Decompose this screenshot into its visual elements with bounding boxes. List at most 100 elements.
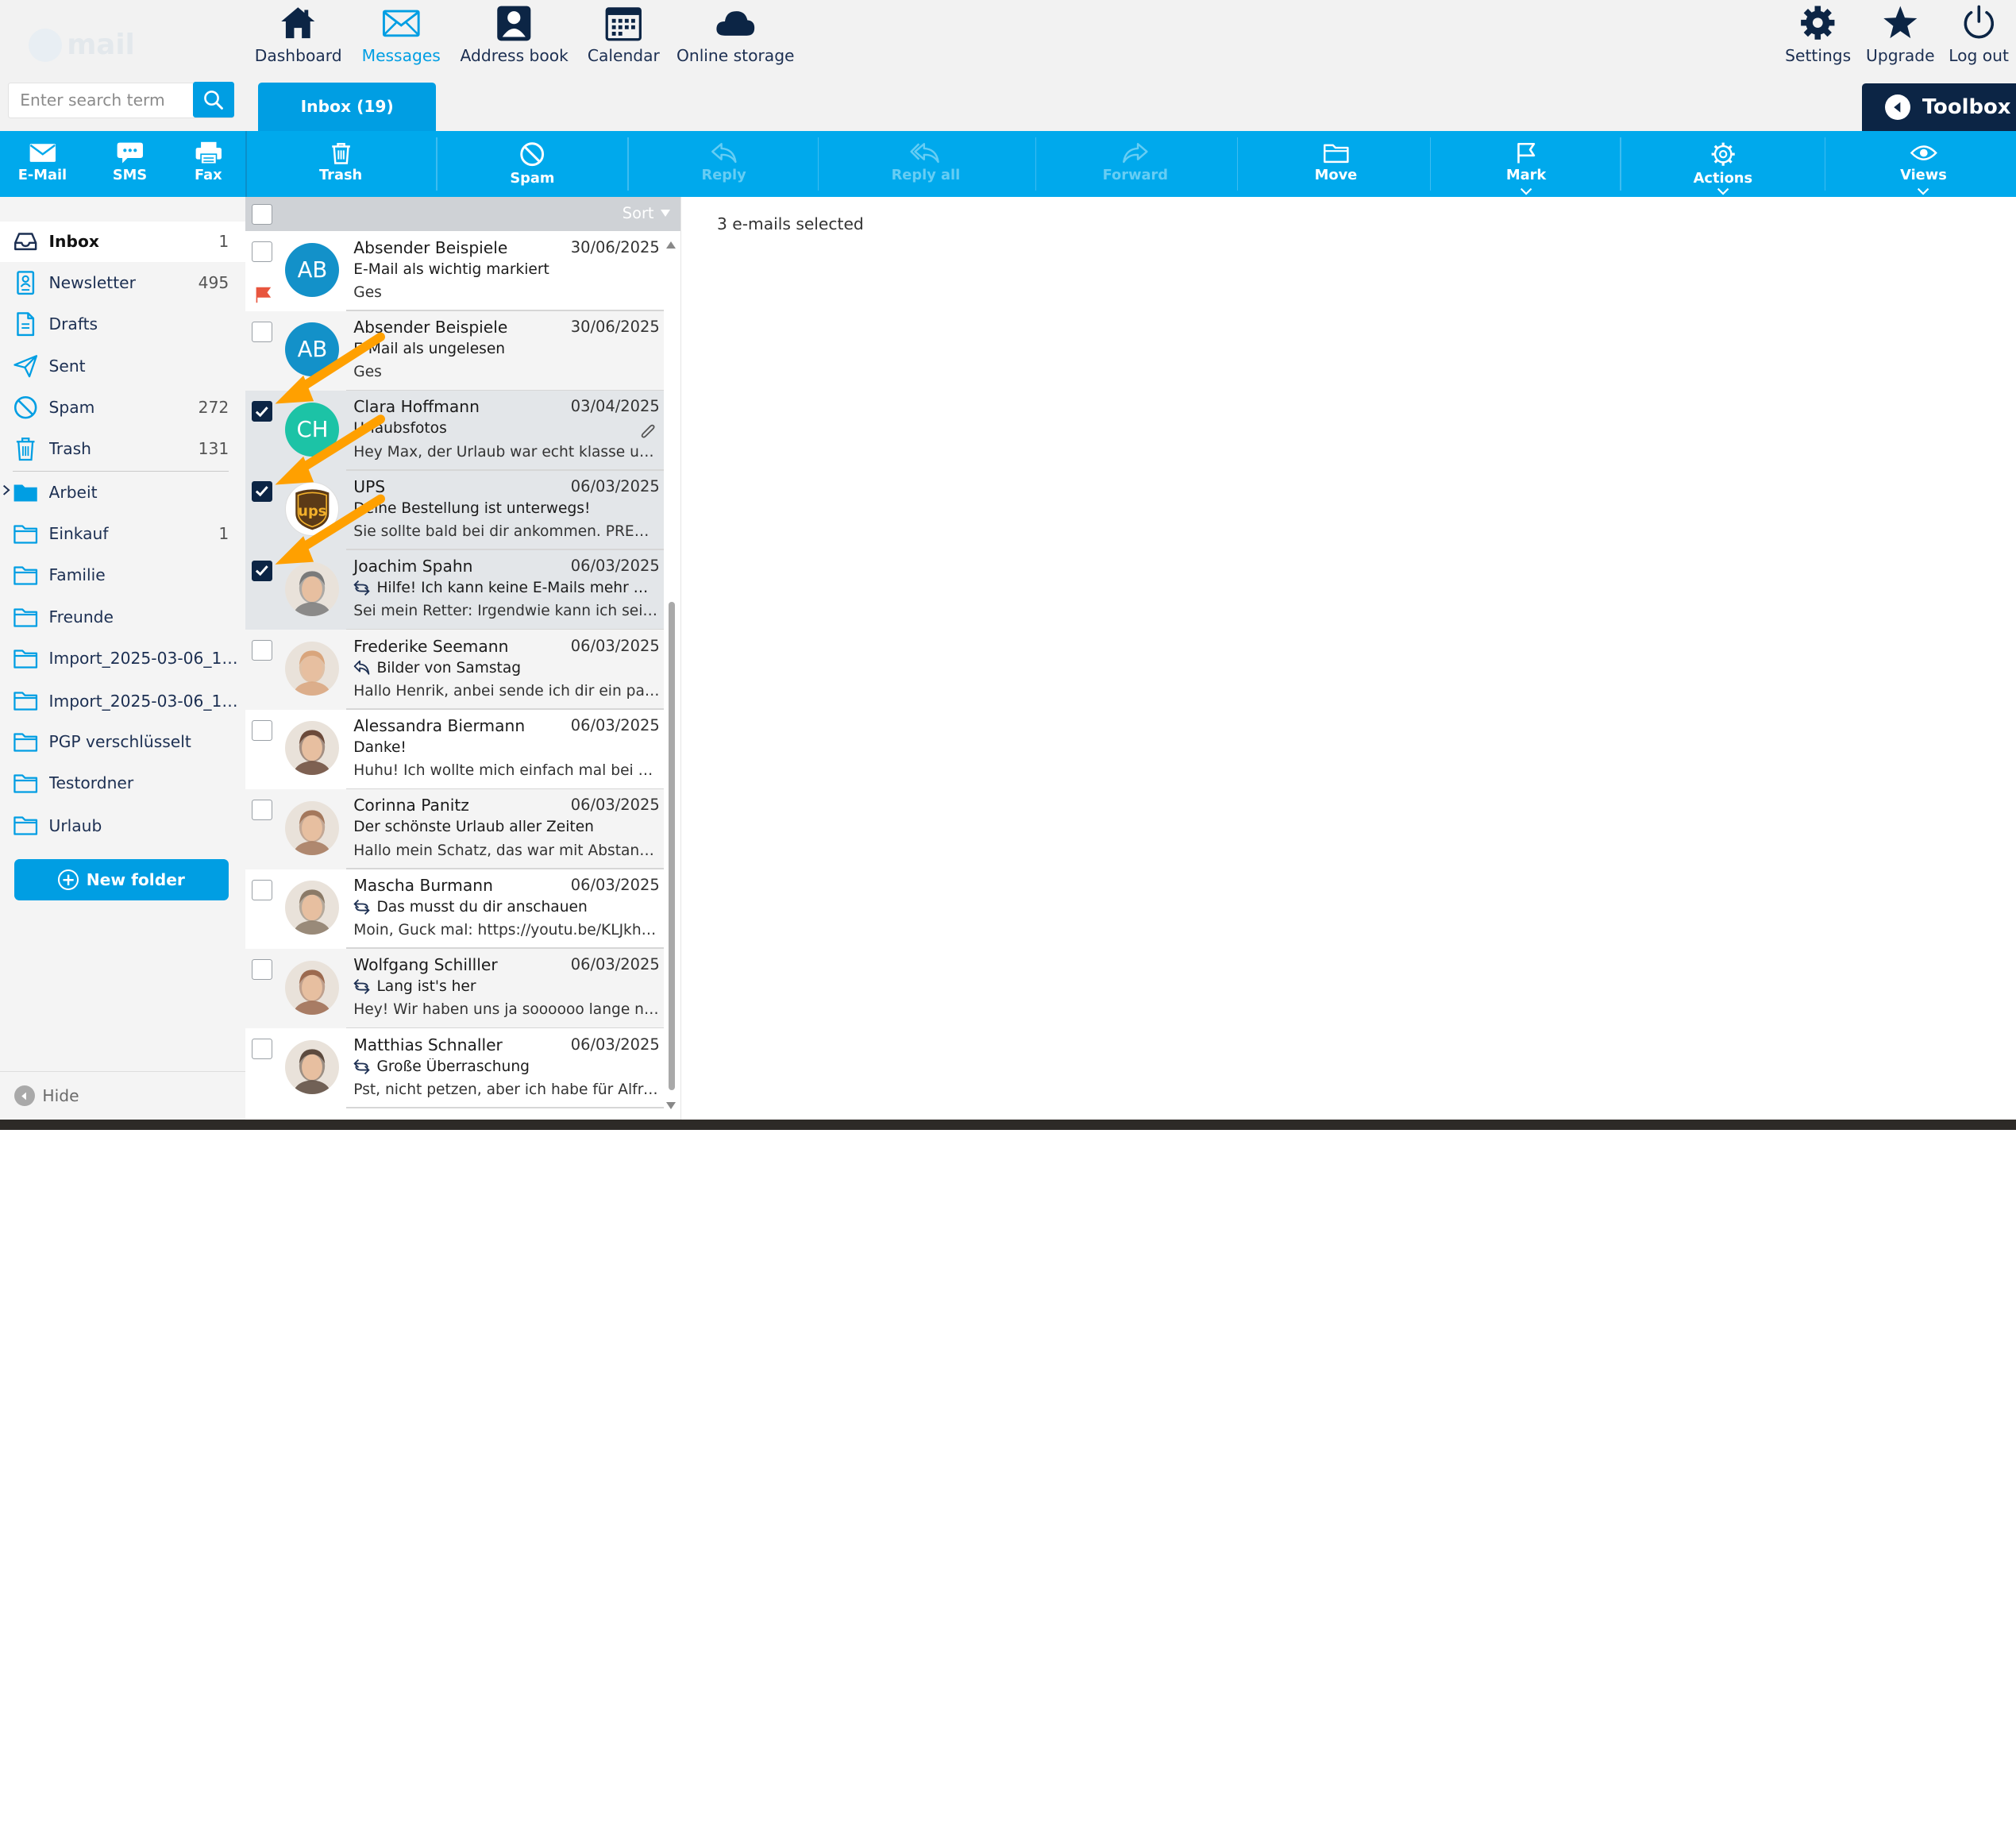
new-folder-button[interactable]: + New folder bbox=[13, 858, 229, 900]
message-row[interactable]: CH Clara Hoffmann 03/04/2025 Urlaubsfotos He… bbox=[245, 391, 664, 471]
scroll-down-arrow-icon[interactable] bbox=[665, 1102, 676, 1109]
nav-settings[interactable]: Settings bbox=[1785, 0, 1852, 77]
nav-logout[interactable]: Log out bbox=[1948, 0, 2010, 77]
nav-messages-label: Messages bbox=[361, 46, 441, 66]
sidebar-item-drafts[interactable]: Drafts bbox=[0, 303, 245, 345]
message-checkbox[interactable] bbox=[252, 879, 273, 900]
printer-icon bbox=[195, 141, 222, 165]
message-row[interactable]: Joachim Spahn 06/03/2025 Hilfe! Ich kann k… bbox=[245, 550, 664, 630]
spam-button[interactable]: Spam bbox=[500, 131, 565, 197]
replied-icon bbox=[354, 661, 370, 676]
nav-dashboard[interactable]: Dashboard bbox=[255, 0, 342, 77]
actions-button[interactable]: Actions bbox=[1687, 131, 1760, 197]
avatar-initials: CH bbox=[296, 416, 329, 442]
message-checkbox[interactable] bbox=[252, 241, 273, 263]
reply-button[interactable]: Reply bbox=[692, 131, 756, 197]
message-row[interactable]: Corinna Panitz 06/03/2025 Der schönste Url… bbox=[245, 789, 664, 869]
message-checkbox[interactable] bbox=[252, 958, 273, 980]
sidebar-item-urlaub[interactable]: Urlaub bbox=[0, 805, 245, 846]
flag-icon[interactable] bbox=[255, 287, 272, 303]
message-row[interactable]: Mascha Burmann 06/03/2025 Das musst du dir… bbox=[245, 869, 664, 950]
search-input[interactable] bbox=[8, 83, 194, 117]
folder-icon bbox=[13, 733, 38, 752]
message-preview: Ges bbox=[353, 283, 382, 301]
views-button[interactable]: Views bbox=[1893, 131, 1955, 197]
compose-email-label: E-Mail bbox=[17, 167, 67, 184]
move-button[interactable]: Move bbox=[1304, 131, 1368, 197]
sidebar-item-import-2[interactable]: Import_2025-03-06_17:10… bbox=[0, 680, 245, 722]
sort-dropdown[interactable]: Sort bbox=[623, 204, 670, 222]
message-row[interactable]: AB Absender Beispiele 30/06/2025 E-Mail als… bbox=[245, 231, 664, 311]
search-button[interactable] bbox=[193, 82, 235, 118]
unread-count: 1 bbox=[218, 524, 229, 543]
trash-button[interactable]: Trash bbox=[309, 131, 373, 197]
message-sender: Clara Hoffmann bbox=[353, 397, 480, 417]
message-subject-text: Der schönste Urlaub aller Zeiten bbox=[353, 819, 594, 836]
sidebar-item-sent[interactable]: Sent bbox=[0, 346, 245, 387]
message-checkbox[interactable] bbox=[252, 561, 273, 581]
message-row[interactable]: ups UPS 06/03/2025 Deine Bestellung ist unt… bbox=[245, 470, 664, 551]
message-row[interactable]: AB Absender Beispiele 30/06/2025 E-Mail als… bbox=[245, 310, 664, 391]
forward-icon bbox=[1123, 143, 1148, 164]
sidebar-item-trash[interactable]: Trash 131 bbox=[0, 428, 245, 469]
message-checkbox[interactable] bbox=[252, 480, 273, 502]
reply-all-button[interactable]: Reply all bbox=[887, 131, 964, 197]
sidebar-item-label: Familie bbox=[48, 565, 106, 584]
message-subject-text: Deine Bestellung ist unterwegs! bbox=[353, 499, 591, 517]
message-checkbox[interactable] bbox=[252, 800, 273, 821]
message-row[interactable]: Frederike Seemann 06/03/2025 Bilder von Sa… bbox=[245, 630, 664, 710]
message-checkbox[interactable] bbox=[252, 1039, 273, 1060]
person-photo-icon bbox=[293, 969, 332, 1015]
sidebar-item-familie[interactable]: Familie bbox=[0, 554, 245, 596]
message-subject: Deine Bestellung ist unterwegs! bbox=[353, 500, 649, 517]
scroll-thumb[interactable] bbox=[669, 601, 676, 1091]
message-date: 06/03/2025 bbox=[570, 557, 660, 576]
chevron-down-icon bbox=[1918, 188, 1929, 195]
person-photo-icon bbox=[293, 1049, 332, 1094]
message-checkbox[interactable] bbox=[252, 321, 273, 342]
sidebar-item-inbox[interactable]: Inbox 1 bbox=[0, 221, 246, 263]
hide-sidebar-button[interactable]: Hide bbox=[0, 1070, 246, 1120]
nav-address-book[interactable]: Address book bbox=[461, 0, 569, 77]
message-row[interactable]: Wolfgang Schilller 06/03/2025 Lang ist's h… bbox=[245, 949, 664, 1029]
message-checkbox[interactable] bbox=[252, 719, 273, 741]
message-date: 30/06/2025 bbox=[570, 317, 660, 336]
sidebar-item-pgp[interactable]: PGP verschlüsselt bbox=[0, 721, 245, 762]
chevron-right-icon[interactable] bbox=[2, 484, 10, 496]
message-row[interactable]: Matthias Schnaller 06/03/2025 Große Überra… bbox=[245, 1028, 664, 1108]
message-preview: Hallo Henrik, anbei sende ich dir ein pa… bbox=[353, 682, 660, 700]
sidebar-item-freunde[interactable]: Freunde bbox=[0, 596, 245, 638]
message-subject: E-Mail als wichtig markiert bbox=[353, 261, 649, 278]
compose-email-button[interactable]: E-Mail bbox=[13, 131, 71, 197]
mark-button[interactable]: Mark bbox=[1494, 131, 1559, 197]
tab-inbox[interactable]: Inbox (19) bbox=[258, 82, 436, 132]
sidebar-item-testordner[interactable]: Testordner bbox=[0, 762, 245, 804]
nav-upgrade[interactable]: Upgrade bbox=[1866, 0, 1935, 77]
nav-online-storage[interactable]: Online storage bbox=[676, 0, 795, 77]
compose-sms-button[interactable]: SMS bbox=[103, 131, 157, 197]
select-all-checkbox[interactable] bbox=[252, 204, 273, 226]
sidebar-item-import-1[interactable]: Import_2025-03-06_13:2… bbox=[0, 638, 245, 679]
message-row[interactable]: Alessandra Biermann 06/03/2025 Danke! Huhu!… bbox=[245, 709, 664, 790]
message-checkbox[interactable] bbox=[252, 401, 273, 422]
chat-bubble-icon bbox=[117, 142, 143, 164]
sidebar-item-spam[interactable]: Spam 272 bbox=[0, 387, 245, 428]
nav-messages[interactable]: Messages bbox=[361, 0, 441, 77]
sidebar-item-arbeit[interactable]: Arbeit bbox=[0, 472, 245, 513]
forward-button[interactable]: Forward bbox=[1100, 131, 1172, 197]
spam-label: Spam bbox=[510, 169, 555, 187]
toolbox-button[interactable]: Toolbox bbox=[1861, 83, 2016, 132]
message-checkbox[interactable] bbox=[252, 640, 273, 661]
message-list-scrollbar[interactable] bbox=[663, 233, 680, 1120]
sidebar-item-einkauf[interactable]: Einkauf 1 bbox=[0, 513, 245, 554]
views-label: Views bbox=[1900, 167, 1947, 184]
scroll-up-arrow-icon[interactable] bbox=[665, 241, 676, 249]
folder-icon bbox=[13, 650, 38, 669]
person-photo-icon bbox=[293, 889, 332, 935]
compose-fax-button[interactable]: Fax bbox=[183, 131, 234, 197]
nav-calendar[interactable]: Calendar bbox=[586, 0, 661, 77]
sidebar-item-label: Inbox bbox=[48, 232, 99, 252]
message-preview: Sei mein Retter: Irgendwie kann ich seit… bbox=[353, 603, 659, 620]
message-subject: Hilfe! Ich kann keine E-Mails mehr schic… bbox=[353, 580, 650, 596]
sidebar-item-newsletter[interactable]: Newsletter 495 bbox=[0, 262, 245, 303]
